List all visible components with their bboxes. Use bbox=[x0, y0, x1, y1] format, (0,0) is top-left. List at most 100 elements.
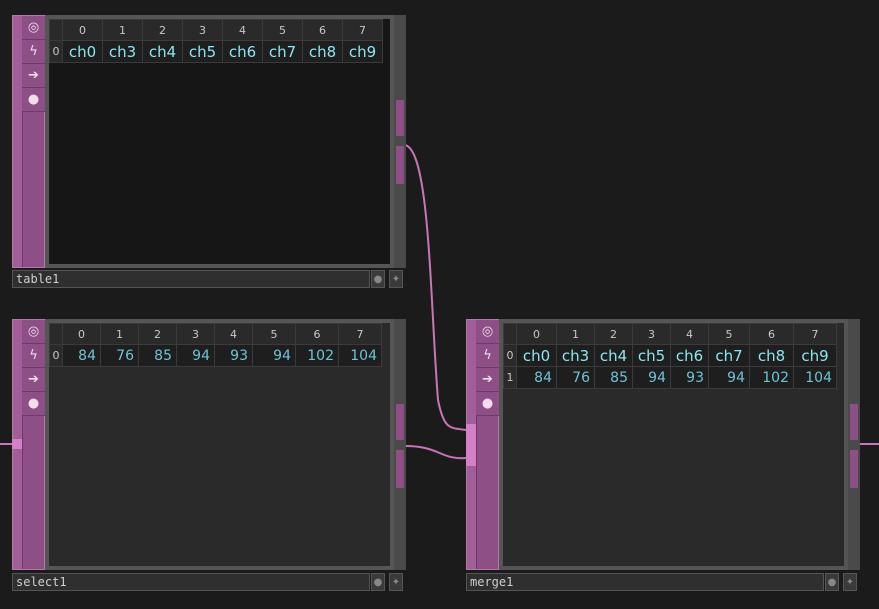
table-cell[interactable]: 94 bbox=[176, 344, 215, 367]
lock-icon[interactable]: ● bbox=[476, 392, 499, 416]
active-toggle-icon[interactable]: ● bbox=[825, 573, 839, 591]
viewer-icon[interactable]: ◎ bbox=[476, 320, 499, 344]
node-table1[interactable]: ◎ ϟ ➔ ● 0 1 2 3 4 5 6 7 0 ch0 ch3 ch4 ch… bbox=[12, 15, 406, 268]
column-header: 7 bbox=[342, 19, 383, 41]
table-cell[interactable]: 84 bbox=[516, 366, 557, 389]
node-select1[interactable]: ◎ ϟ ➔ ● 0 1 2 3 4 5 6 7 0 84 76 85 94 93… bbox=[12, 319, 406, 570]
table-cell[interactable]: ch0 bbox=[516, 344, 557, 367]
table-cell[interactable]: 102 bbox=[749, 366, 794, 389]
column-header: 2 bbox=[594, 323, 633, 345]
table-cell[interactable]: 93 bbox=[670, 366, 709, 389]
table-cell[interactable]: ch6 bbox=[222, 40, 263, 63]
table-cell[interactable]: ch8 bbox=[749, 344, 794, 367]
column-header: 6 bbox=[749, 323, 794, 345]
table-cell[interactable]: ch8 bbox=[302, 40, 343, 63]
column-header: 3 bbox=[632, 323, 671, 345]
pin-icon[interactable]: ✦ bbox=[843, 573, 857, 591]
node-output-bar bbox=[394, 319, 406, 570]
column-header: 6 bbox=[302, 19, 343, 41]
table-cell[interactable]: 104 bbox=[338, 344, 382, 367]
table-cell[interactable]: 94 bbox=[708, 366, 750, 389]
output-connector[interactable] bbox=[396, 404, 404, 440]
table-cell[interactable]: 85 bbox=[594, 366, 633, 389]
wire-select1-to-merge1 bbox=[404, 445, 468, 460]
table-cell[interactable]: ch9 bbox=[793, 344, 837, 367]
table-cell[interactable]: 93 bbox=[214, 344, 253, 367]
active-toggle-icon[interactable]: ● bbox=[371, 270, 385, 288]
table-row: 0 ch0 ch3 ch4 ch5 ch6 ch7 ch8 ch9 bbox=[49, 40, 383, 63]
column-header: 0 bbox=[62, 323, 101, 345]
output-connector[interactable] bbox=[850, 404, 858, 440]
bypass-icon[interactable]: ϟ bbox=[22, 40, 45, 64]
pin-icon[interactable]: ✦ bbox=[389, 270, 403, 288]
table-viewer[interactable]: 0 1 2 3 4 5 6 7 0 ch0 ch3 ch4 ch5 ch6 ch… bbox=[49, 19, 390, 264]
table-cell[interactable]: 94 bbox=[632, 366, 671, 389]
table-cell[interactable]: ch6 bbox=[670, 344, 709, 367]
pin-icon[interactable]: ✦ bbox=[389, 573, 403, 591]
active-toggle-icon[interactable]: ● bbox=[371, 573, 385, 591]
node-label-merge1: merge1 ● ✦ bbox=[466, 573, 860, 591]
node-name[interactable]: merge1 bbox=[466, 573, 824, 591]
input-connector[interactable] bbox=[466, 424, 476, 466]
column-header: 2 bbox=[138, 323, 177, 345]
table-cell[interactable]: ch4 bbox=[142, 40, 183, 63]
node-merge1[interactable]: ◎ ϟ ➔ ● 0 1 2 3 4 5 6 7 0 ch0 ch3 ch4 ch… bbox=[466, 319, 860, 570]
table-cell[interactable]: ch4 bbox=[594, 344, 633, 367]
table-cell[interactable]: ch5 bbox=[182, 40, 223, 63]
node-name[interactable]: table1 bbox=[12, 270, 370, 288]
bypass-icon[interactable]: ϟ bbox=[476, 344, 499, 368]
bypass-icon[interactable]: ϟ bbox=[22, 344, 45, 368]
table-cell[interactable]: 84 bbox=[62, 344, 101, 367]
table-cell[interactable]: 104 bbox=[793, 366, 837, 389]
table-viewer[interactable]: 0 1 2 3 4 5 6 7 0 ch0 ch3 ch4 ch5 ch6 ch… bbox=[503, 323, 844, 566]
row-index: 0 bbox=[49, 40, 63, 63]
column-header: 0 bbox=[516, 323, 557, 345]
table-cell[interactable]: ch5 bbox=[632, 344, 671, 367]
table-cell[interactable]: 76 bbox=[100, 344, 139, 367]
node-label-select1: select1 ● ✦ bbox=[12, 573, 406, 591]
node-frame: 0 1 2 3 4 5 6 7 0 84 76 85 94 93 94 102 … bbox=[45, 319, 394, 570]
output-connector[interactable] bbox=[850, 450, 858, 488]
column-header: 0 bbox=[62, 19, 103, 41]
input-connector[interactable] bbox=[12, 439, 22, 449]
data-table: 0 1 2 3 4 5 6 7 0 ch0 ch3 ch4 ch5 ch6 ch… bbox=[49, 19, 383, 63]
viewer-icon[interactable]: ◎ bbox=[22, 16, 45, 40]
display-icon[interactable]: ➔ bbox=[22, 64, 45, 88]
table-viewer[interactable]: 0 1 2 3 4 5 6 7 0 84 76 85 94 93 94 102 … bbox=[49, 323, 390, 566]
table-cell[interactable]: 76 bbox=[556, 366, 595, 389]
table-cell[interactable]: 85 bbox=[138, 344, 177, 367]
table-cell[interactable]: ch3 bbox=[556, 344, 595, 367]
viewer-icon[interactable]: ◎ bbox=[22, 320, 45, 344]
display-icon[interactable]: ➔ bbox=[476, 368, 499, 392]
row-index: 0 bbox=[49, 344, 63, 367]
column-header: 1 bbox=[556, 323, 595, 345]
table-cell[interactable]: ch7 bbox=[708, 344, 750, 367]
table-row: 1 84 76 85 94 93 94 102 104 bbox=[503, 366, 837, 389]
node-name[interactable]: select1 bbox=[12, 573, 370, 591]
column-header: 7 bbox=[338, 323, 382, 345]
row-index: 0 bbox=[503, 344, 517, 367]
column-header: 1 bbox=[100, 323, 139, 345]
lock-icon[interactable]: ● bbox=[22, 392, 45, 416]
output-connector[interactable] bbox=[396, 100, 404, 136]
table-cell[interactable]: 94 bbox=[252, 344, 296, 367]
column-header: 3 bbox=[182, 19, 223, 41]
column-header: 4 bbox=[222, 19, 263, 41]
column-header: 6 bbox=[295, 323, 339, 345]
table-cell[interactable]: 102 bbox=[295, 344, 339, 367]
table-cell[interactable]: ch9 bbox=[342, 40, 383, 63]
output-connector[interactable] bbox=[396, 146, 404, 184]
data-table: 0 1 2 3 4 5 6 7 0 ch0 ch3 ch4 ch5 ch6 ch… bbox=[503, 323, 837, 389]
node-label-table1: table1 ● ✦ bbox=[12, 270, 406, 288]
node-output-bar bbox=[394, 15, 406, 268]
output-connector[interactable] bbox=[396, 450, 404, 488]
table-cell[interactable]: ch0 bbox=[62, 40, 103, 63]
table-cell[interactable]: ch7 bbox=[262, 40, 303, 63]
table-cell[interactable]: ch3 bbox=[102, 40, 143, 63]
column-header: 1 bbox=[102, 19, 143, 41]
lock-icon[interactable]: ● bbox=[22, 88, 45, 112]
column-header: 5 bbox=[708, 323, 750, 345]
display-icon[interactable]: ➔ bbox=[22, 368, 45, 392]
node-output-bar bbox=[848, 319, 860, 570]
row-index: 1 bbox=[503, 366, 517, 389]
